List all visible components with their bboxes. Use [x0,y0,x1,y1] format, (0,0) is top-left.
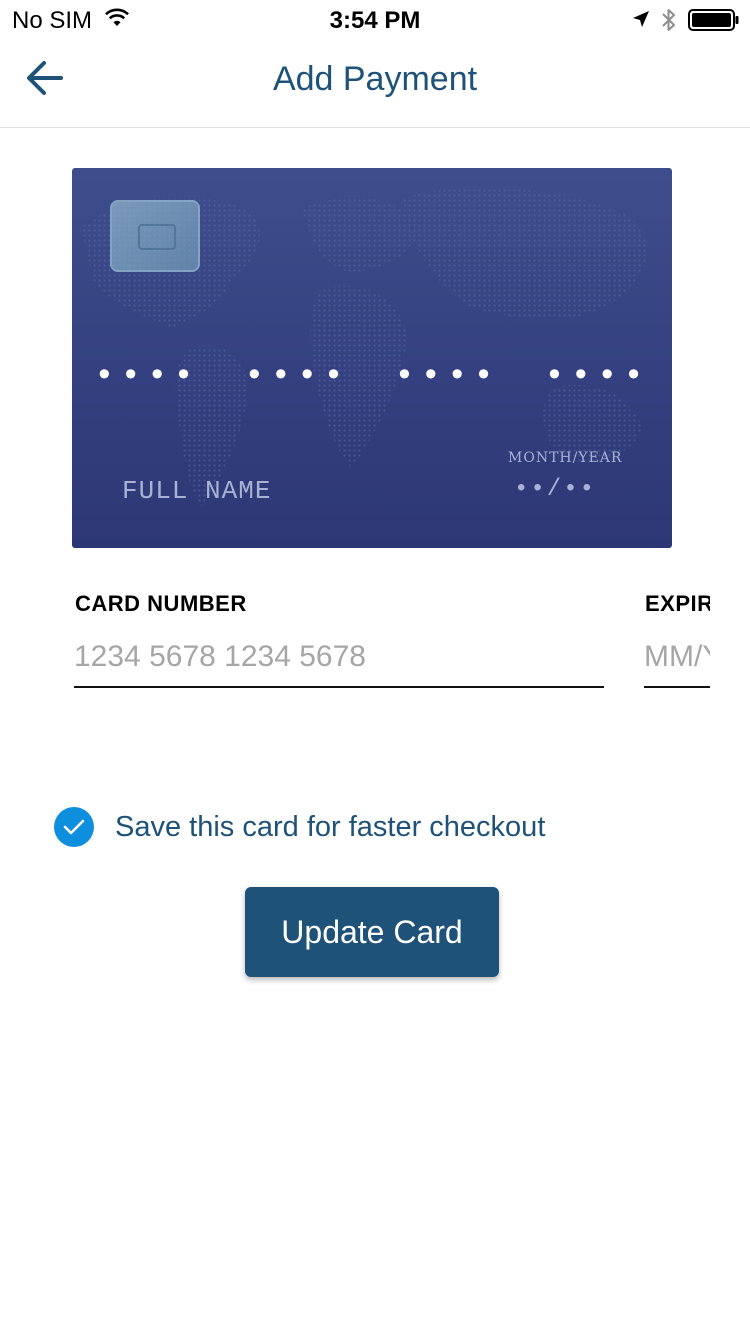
save-card-option[interactable]: Save this card for faster checkout [54,806,545,848]
battery-icon [688,9,740,36]
update-card-button[interactable]: Update Card [245,887,499,977]
card-expiry-display: ••/•• [514,476,597,503]
card-number-display: •••• •••• •••• •••• [94,358,650,396]
navigation-bar: Add Payment [0,40,750,128]
card-number-input[interactable] [74,628,604,688]
status-bar: No SIM 3:54 PM [0,0,750,40]
save-card-label: Save this card for faster checkout [115,810,546,843]
credit-card-preview: •••• •••• •••• •••• FULL NAME MONTH/YEAR… [72,168,672,548]
cardholder-name-display: FULL NAME [122,476,272,506]
bluetooth-icon [660,7,678,38]
location-arrow-icon [631,9,651,34]
page-title: Add Payment [272,60,478,98]
card-expiry-label: MONTH/YEAR [508,450,623,466]
card-chip-icon [110,200,200,272]
expiry-label: EXPIRY [645,591,710,616]
card-number-label: CARD NUMBER [75,591,247,616]
expiry-input[interactable] [644,628,710,688]
checkbox-checked-icon[interactable] [54,807,94,847]
